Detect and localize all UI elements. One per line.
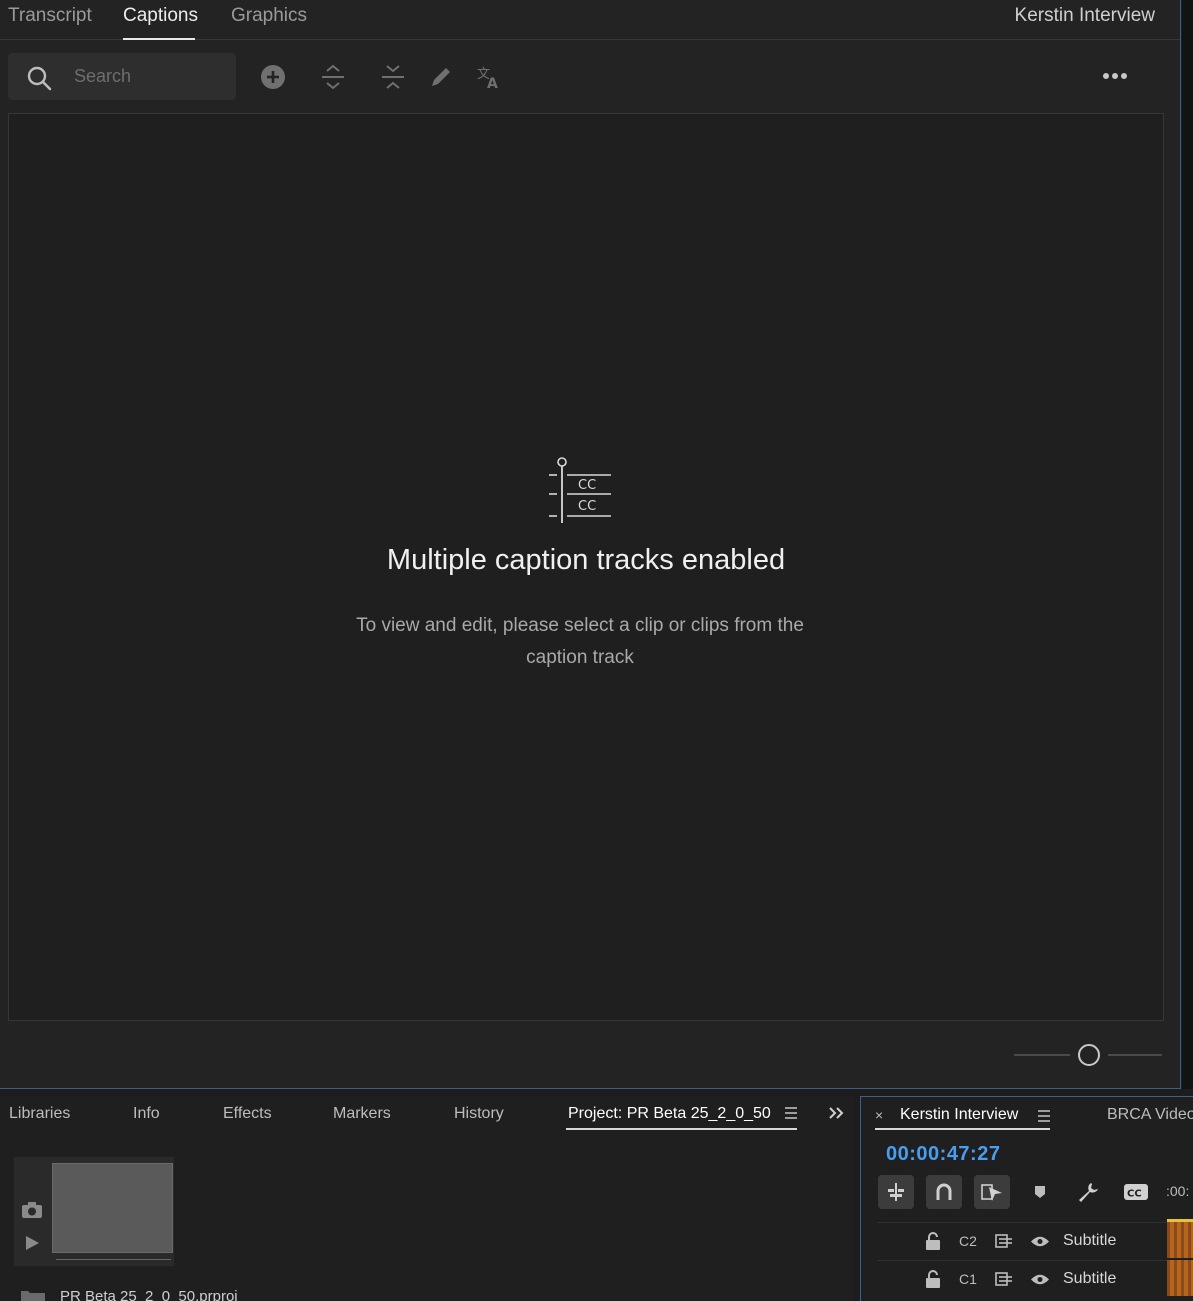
- timeline-panel: × Kerstin Interview BRCA Video 00:00:47:…: [860, 1096, 1193, 1301]
- hamburger-menu-icon[interactable]: [784, 1106, 798, 1120]
- merge-captions-icon: [322, 64, 344, 90]
- tab-captions[interactable]: Captions: [123, 5, 198, 27]
- project-panel: Libraries Info Effects Markers History P…: [0, 1096, 853, 1301]
- nest-button[interactable]: [878, 1175, 914, 1209]
- caption-tracks-icon: CC CC: [549, 457, 611, 523]
- tab-effects[interactable]: Effects: [223, 1105, 272, 1123]
- captions-toolbar: 文 A: [0, 52, 1180, 102]
- project-file-name[interactable]: PR Beta 25_2_0_50.prproj: [60, 1288, 238, 1301]
- zoom-slider[interactable]: [1012, 1042, 1164, 1068]
- search-box: [8, 53, 236, 100]
- edit-button[interactable]: [426, 62, 456, 92]
- track-row-c1: C1 Subtitle: [877, 1260, 1167, 1297]
- svg-text:CC: CC: [578, 499, 596, 514]
- caption-clip[interactable]: [1167, 1260, 1193, 1296]
- merge-captions-button[interactable]: [318, 62, 348, 92]
- tab-markers[interactable]: Markers: [333, 1105, 391, 1123]
- search-icon: [27, 66, 52, 91]
- sequence-name: Kerstin Interview: [1014, 5, 1155, 26]
- tab-libraries[interactable]: Libraries: [9, 1105, 70, 1123]
- tab-sequence[interactable]: Kerstin Interview: [900, 1106, 1018, 1124]
- svg-text:A: A: [487, 76, 498, 91]
- playhead-timecode[interactable]: 00:00:47:27: [886, 1143, 1000, 1166]
- empty-state-description: To view and edit, please select a clip o…: [356, 615, 804, 668]
- split-caption-icon: [382, 65, 404, 89]
- active-tab-indicator: [875, 1128, 1050, 1130]
- track-name[interactable]: Subtitle: [1063, 1270, 1116, 1288]
- time-ruler-label: :00:: [1166, 1183, 1190, 1199]
- caption-clip[interactable]: [1167, 1222, 1193, 1258]
- linked-selection-icon: [981, 1184, 1002, 1201]
- edit-icon: [432, 68, 450, 86]
- sync-lock-icon[interactable]: [995, 1234, 1013, 1248]
- svg-text:CC: CC: [578, 478, 596, 493]
- camera-icon[interactable]: [21, 1201, 43, 1219]
- translate-icon: 文 A: [477, 67, 498, 91]
- svg-text:CC: CC: [1127, 1189, 1142, 1200]
- add-marker-button[interactable]: [1022, 1175, 1058, 1209]
- add-caption-button[interactable]: [258, 62, 288, 92]
- translate-button[interactable]: 文 A: [474, 62, 504, 92]
- eye-icon[interactable]: [1030, 1273, 1050, 1286]
- double-chevron-right-icon[interactable]: [828, 1106, 844, 1120]
- eye-icon[interactable]: [1030, 1235, 1050, 1248]
- captions-content-area: CC CC Multiple caption tracks enabled To…: [8, 113, 1164, 1021]
- snap-button[interactable]: [926, 1175, 962, 1209]
- tab-transcript[interactable]: Transcript: [8, 5, 92, 27]
- tab-brca-video[interactable]: BRCA Video: [1107, 1106, 1193, 1124]
- sync-lock-icon[interactable]: [995, 1272, 1013, 1286]
- tab-project[interactable]: Project: PR Beta 25_2_0_50: [568, 1105, 771, 1123]
- folder-icon: [21, 1291, 45, 1301]
- thumbnail-image: [52, 1163, 173, 1253]
- hamburger-menu-icon[interactable]: [1037, 1109, 1051, 1123]
- tab-graphics[interactable]: Graphics: [231, 5, 307, 27]
- close-icon[interactable]: ×: [875, 1107, 883, 1123]
- text-panel-tabbar: Transcript Captions Graphics Kerstin Int…: [0, 0, 1180, 40]
- nest-icon: [888, 1183, 904, 1201]
- add-marker-icon: [1035, 1186, 1045, 1198]
- active-tab-indicator: [123, 38, 195, 40]
- track-row-c2: C2 Subtitle: [877, 1222, 1167, 1259]
- project-preview-thumbnail[interactable]: [14, 1157, 174, 1266]
- track-name[interactable]: Subtitle: [1063, 1232, 1116, 1250]
- snap-icon: [936, 1183, 952, 1200]
- tab-info[interactable]: Info: [133, 1105, 160, 1123]
- linked-selection-button[interactable]: [974, 1175, 1010, 1209]
- timeline-settings-button[interactable]: [1070, 1175, 1106, 1209]
- more-options-icon[interactable]: [1100, 66, 1130, 86]
- lock-icon[interactable]: [925, 1270, 941, 1288]
- empty-state-title: Multiple caption tracks enabled: [386, 544, 786, 576]
- captions-icon: CC: [1124, 1184, 1148, 1200]
- split-caption-button[interactable]: [378, 62, 408, 92]
- settings-wrench-icon: [1079, 1183, 1098, 1202]
- lock-icon[interactable]: [925, 1232, 941, 1250]
- track-id: C2: [959, 1233, 977, 1249]
- add-caption-icon: [261, 65, 285, 89]
- captions-button[interactable]: CC: [1118, 1175, 1154, 1209]
- text-panel: Transcript Captions Graphics Kerstin Int…: [0, 0, 1181, 1089]
- play-icon[interactable]: [24, 1235, 40, 1251]
- tab-history[interactable]: History: [454, 1105, 504, 1123]
- panel-gutter: [1182, 0, 1193, 1089]
- active-tab-indicator: [566, 1128, 797, 1130]
- track-id: C1: [959, 1271, 977, 1287]
- thumbnail-scrubber[interactable]: [56, 1259, 171, 1260]
- search-input[interactable]: [74, 61, 224, 91]
